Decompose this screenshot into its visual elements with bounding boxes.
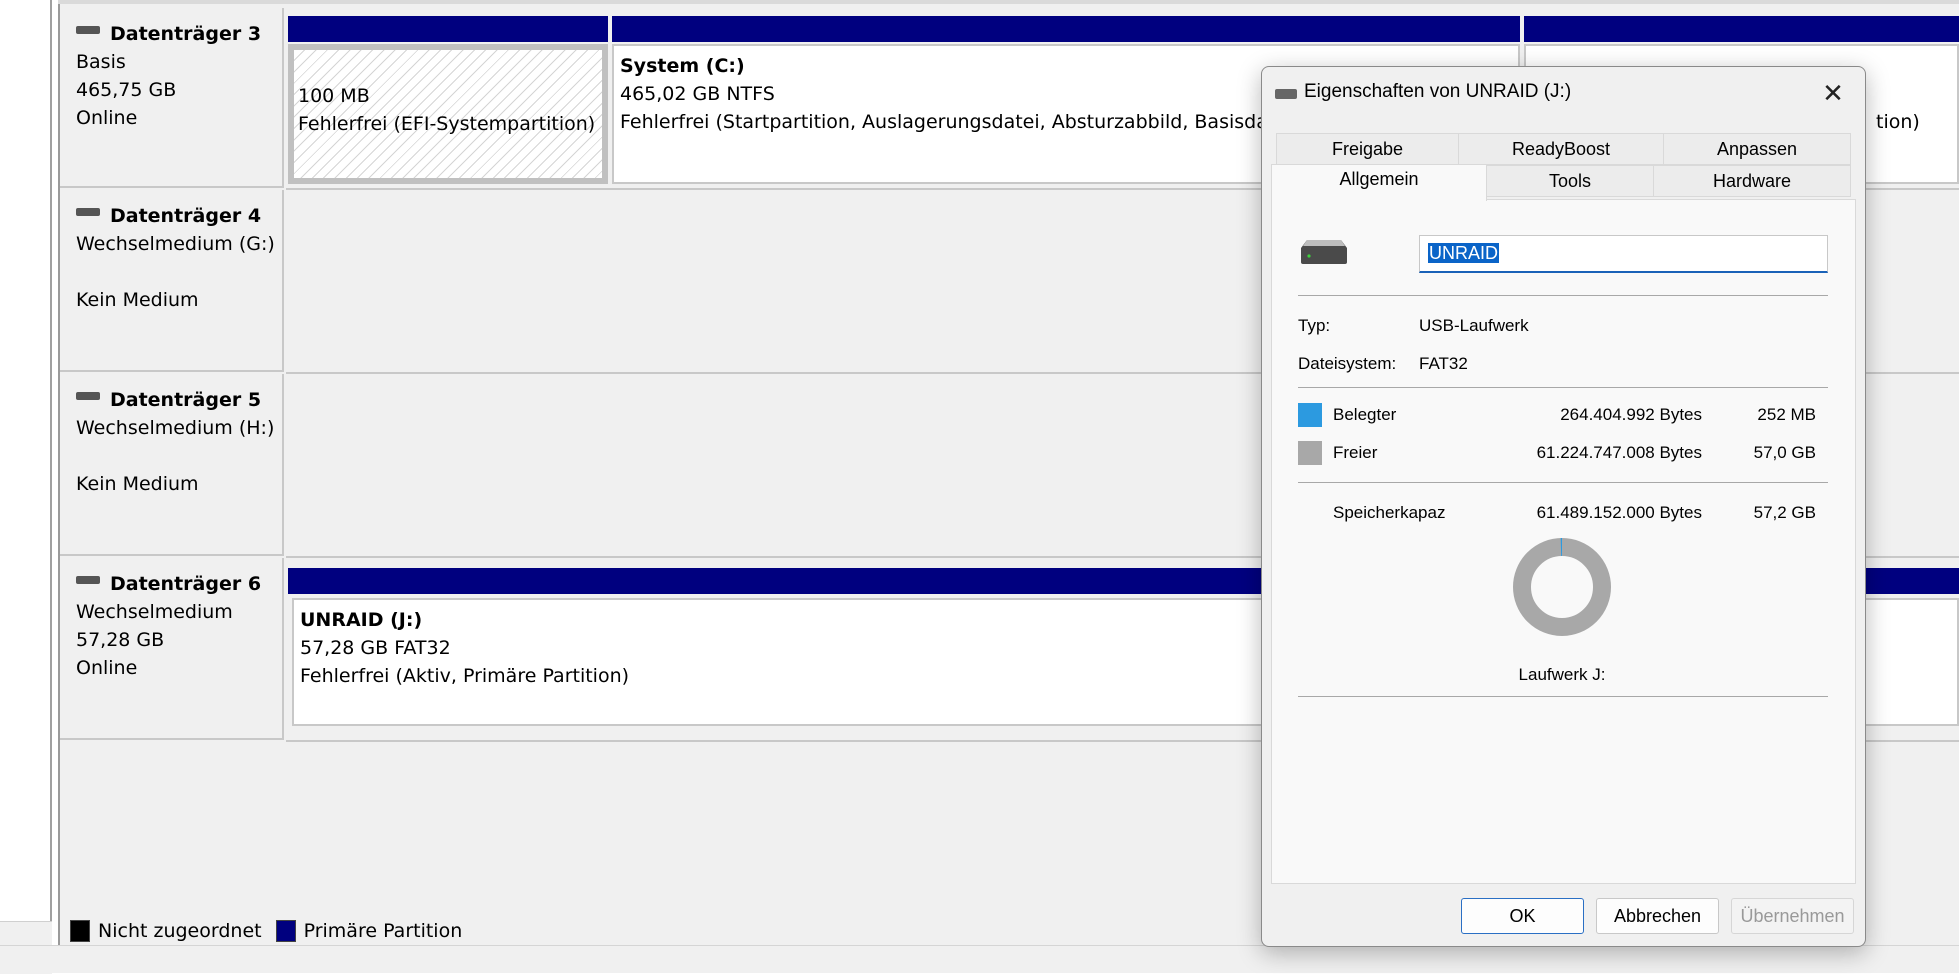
type-value: USB-Laufwerk (1419, 316, 1529, 336)
divider (1298, 387, 1828, 388)
type-label: Typ: (1298, 316, 1330, 336)
free-space-swatch (1298, 441, 1322, 465)
used-bytes: 264.404.992 Bytes (1512, 405, 1702, 425)
tab-readyboost[interactable]: ReadyBoost (1458, 133, 1664, 165)
tab-allgemein[interactable]: Allgemein (1271, 164, 1487, 201)
disk-icon (76, 26, 100, 34)
third-partition-bar (1524, 16, 1959, 42)
disk-label-4[interactable]: Datenträger 4 Wechselmedium (G:) Kein Me… (60, 190, 284, 372)
drive-name-input[interactable]: UNRAID (1419, 235, 1828, 273)
filesystem-label: Dateisystem: (1298, 354, 1396, 374)
capacity-size: 57,2 GB (1712, 503, 1816, 523)
left-pane-strip (0, 0, 52, 973)
capacity-label: Speicherkapaz (1333, 503, 1445, 523)
system-partition-bar (612, 16, 1520, 42)
properties-dialog: Eigenschaften von UNRAID (J:) ✕ Freigabe… (1261, 66, 1866, 947)
usage-donut-chart (1512, 537, 1612, 637)
free-label: Freier (1333, 443, 1377, 463)
tab-hardware[interactable]: Hardware (1653, 165, 1851, 197)
efi-partition[interactable]: 100 MB Fehlerfrei (EFI-Systempartition) (288, 44, 608, 184)
used-label: Belegter (1333, 405, 1396, 425)
free-bytes: 61.224.747.008 Bytes (1512, 443, 1702, 463)
tab-anpassen[interactable]: Anpassen (1663, 133, 1851, 165)
disk-label-6[interactable]: Datenträger 6 Wechselmedium 57,28 GB Onl… (60, 558, 284, 740)
legend-primary-swatch (276, 920, 296, 942)
cancel-button[interactable]: Abbrechen (1596, 898, 1719, 934)
capacity-bytes: 61.489.152.000 Bytes (1512, 503, 1702, 523)
usb-drive-icon (1301, 240, 1347, 264)
divider (1298, 295, 1828, 296)
divider (1298, 482, 1828, 483)
used-size: 252 MB (1712, 405, 1816, 425)
disk-icon (76, 208, 100, 216)
close-icon[interactable]: ✕ (1815, 75, 1851, 111)
dialog-title: Eigenschaften von UNRAID (J:) (1304, 81, 1571, 103)
disk-label-3[interactable]: Datenträger 3 Basis 465,75 GB Online (60, 8, 284, 188)
disk-icon (76, 576, 100, 584)
drive-letter-label: Laufwerk J: (1462, 665, 1662, 685)
disk-label-5[interactable]: Datenträger 5 Wechselmedium (H:) Kein Me… (60, 374, 284, 556)
tab-freigabe[interactable]: Freigabe (1276, 133, 1459, 165)
used-space-swatch (1298, 403, 1322, 427)
legend-unallocated-swatch (70, 920, 90, 942)
ok-button[interactable]: OK (1461, 898, 1584, 934)
free-size: 57,0 GB (1712, 443, 1816, 463)
filesystem-value: FAT32 (1419, 354, 1468, 374)
disk-icon (76, 392, 100, 400)
apply-button[interactable]: Übernehmen (1731, 898, 1854, 934)
status-bar (0, 945, 1959, 973)
top-divider (58, 0, 1959, 4)
donut-free-segment (1522, 547, 1602, 627)
efi-partition-bar (288, 16, 608, 42)
divider (1298, 696, 1828, 697)
tab-tools[interactable]: Tools (1486, 165, 1654, 197)
drive-icon (1275, 89, 1297, 99)
